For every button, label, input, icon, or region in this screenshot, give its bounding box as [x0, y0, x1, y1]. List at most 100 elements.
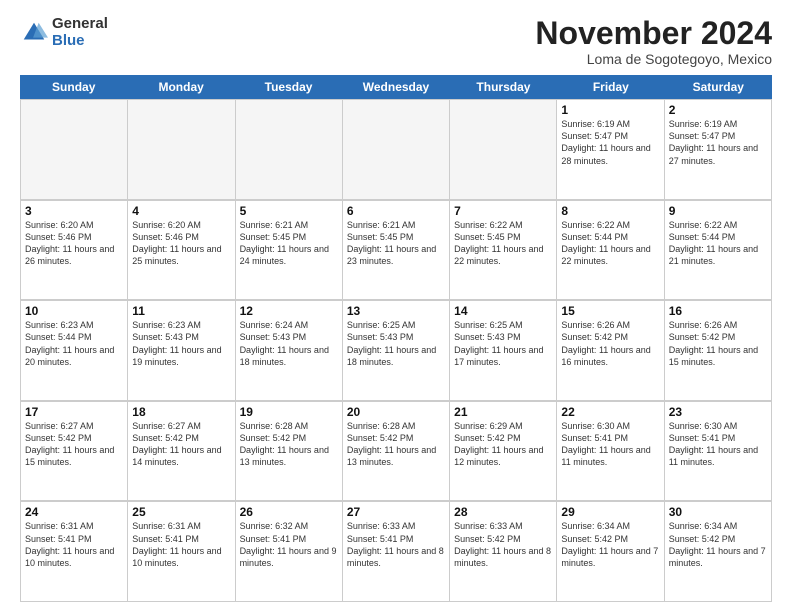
calendar-cell: 2Sunrise: 6:19 AM Sunset: 5:47 PM Daylig…	[665, 100, 772, 200]
day-number: 12	[240, 304, 338, 318]
calendar-cell: 12Sunrise: 6:24 AM Sunset: 5:43 PM Dayli…	[236, 301, 343, 401]
calendar-cell: 22Sunrise: 6:30 AM Sunset: 5:41 PM Dayli…	[557, 402, 664, 502]
logo-icon	[20, 19, 48, 47]
logo-blue-text: Blue	[52, 33, 108, 50]
day-number: 14	[454, 304, 552, 318]
calendar-cell: 21Sunrise: 6:29 AM Sunset: 5:42 PM Dayli…	[450, 402, 557, 502]
calendar-cell: 1Sunrise: 6:19 AM Sunset: 5:47 PM Daylig…	[557, 100, 664, 200]
day-number: 28	[454, 505, 552, 519]
calendar-cell: 19Sunrise: 6:28 AM Sunset: 5:42 PM Dayli…	[236, 402, 343, 502]
sun-info: Sunrise: 6:31 AM Sunset: 5:41 PM Dayligh…	[132, 520, 230, 569]
calendar-row: 1Sunrise: 6:19 AM Sunset: 5:47 PM Daylig…	[20, 99, 772, 200]
day-number: 16	[669, 304, 767, 318]
calendar-cell: 20Sunrise: 6:28 AM Sunset: 5:42 PM Dayli…	[343, 402, 450, 502]
calendar-cell: 5Sunrise: 6:21 AM Sunset: 5:45 PM Daylig…	[236, 201, 343, 301]
page: General Blue November 2024 Loma de Sogot…	[0, 0, 792, 612]
day-number: 29	[561, 505, 659, 519]
calendar-cell: 3Sunrise: 6:20 AM Sunset: 5:46 PM Daylig…	[21, 201, 128, 301]
day-number: 9	[669, 204, 767, 218]
calendar-row: 17Sunrise: 6:27 AM Sunset: 5:42 PM Dayli…	[20, 401, 772, 502]
calendar: SundayMondayTuesdayWednesdayThursdayFrid…	[20, 75, 772, 602]
calendar-cell: 23Sunrise: 6:30 AM Sunset: 5:41 PM Dayli…	[665, 402, 772, 502]
calendar-cell: 28Sunrise: 6:33 AM Sunset: 5:42 PM Dayli…	[450, 502, 557, 602]
day-number: 30	[669, 505, 767, 519]
calendar-cell: 9Sunrise: 6:22 AM Sunset: 5:44 PM Daylig…	[665, 201, 772, 301]
calendar-body: 1Sunrise: 6:19 AM Sunset: 5:47 PM Daylig…	[20, 99, 772, 602]
sun-info: Sunrise: 6:30 AM Sunset: 5:41 PM Dayligh…	[669, 420, 767, 469]
logo-text: General Blue	[52, 16, 108, 49]
calendar-cell: 27Sunrise: 6:33 AM Sunset: 5:41 PM Dayli…	[343, 502, 450, 602]
day-number: 18	[132, 405, 230, 419]
calendar-cell: 30Sunrise: 6:34 AM Sunset: 5:42 PM Dayli…	[665, 502, 772, 602]
weekday-header: Sunday	[20, 75, 127, 99]
day-number: 2	[669, 103, 767, 117]
sun-info: Sunrise: 6:19 AM Sunset: 5:47 PM Dayligh…	[561, 118, 659, 167]
sun-info: Sunrise: 6:21 AM Sunset: 5:45 PM Dayligh…	[347, 219, 445, 268]
calendar-cell: 17Sunrise: 6:27 AM Sunset: 5:42 PM Dayli…	[21, 402, 128, 502]
calendar-cell: 10Sunrise: 6:23 AM Sunset: 5:44 PM Dayli…	[21, 301, 128, 401]
calendar-cell: 16Sunrise: 6:26 AM Sunset: 5:42 PM Dayli…	[665, 301, 772, 401]
weekday-header: Tuesday	[235, 75, 342, 99]
calendar-cell: 14Sunrise: 6:25 AM Sunset: 5:43 PM Dayli…	[450, 301, 557, 401]
calendar-cell	[236, 100, 343, 200]
calendar-row: 10Sunrise: 6:23 AM Sunset: 5:44 PM Dayli…	[20, 300, 772, 401]
logo: General Blue	[20, 16, 108, 49]
calendar-cell: 7Sunrise: 6:22 AM Sunset: 5:45 PM Daylig…	[450, 201, 557, 301]
sun-info: Sunrise: 6:26 AM Sunset: 5:42 PM Dayligh…	[561, 319, 659, 368]
sun-info: Sunrise: 6:25 AM Sunset: 5:43 PM Dayligh…	[454, 319, 552, 368]
sun-info: Sunrise: 6:27 AM Sunset: 5:42 PM Dayligh…	[132, 420, 230, 469]
sun-info: Sunrise: 6:28 AM Sunset: 5:42 PM Dayligh…	[240, 420, 338, 469]
sun-info: Sunrise: 6:27 AM Sunset: 5:42 PM Dayligh…	[25, 420, 123, 469]
sun-info: Sunrise: 6:33 AM Sunset: 5:41 PM Dayligh…	[347, 520, 445, 569]
sun-info: Sunrise: 6:23 AM Sunset: 5:43 PM Dayligh…	[132, 319, 230, 368]
sun-info: Sunrise: 6:34 AM Sunset: 5:42 PM Dayligh…	[669, 520, 767, 569]
day-number: 21	[454, 405, 552, 419]
location: Loma de Sogotegoyo, Mexico	[535, 51, 772, 67]
day-number: 22	[561, 405, 659, 419]
calendar-cell: 15Sunrise: 6:26 AM Sunset: 5:42 PM Dayli…	[557, 301, 664, 401]
calendar-cell	[128, 100, 235, 200]
day-number: 7	[454, 204, 552, 218]
sun-info: Sunrise: 6:29 AM Sunset: 5:42 PM Dayligh…	[454, 420, 552, 469]
day-number: 24	[25, 505, 123, 519]
logo-general-text: General	[52, 16, 108, 33]
calendar-header: SundayMondayTuesdayWednesdayThursdayFrid…	[20, 75, 772, 99]
calendar-cell: 26Sunrise: 6:32 AM Sunset: 5:41 PM Dayli…	[236, 502, 343, 602]
sun-info: Sunrise: 6:20 AM Sunset: 5:46 PM Dayligh…	[25, 219, 123, 268]
calendar-cell	[21, 100, 128, 200]
day-number: 11	[132, 304, 230, 318]
weekday-header: Monday	[127, 75, 234, 99]
day-number: 23	[669, 405, 767, 419]
calendar-cell	[450, 100, 557, 200]
sun-info: Sunrise: 6:22 AM Sunset: 5:44 PM Dayligh…	[669, 219, 767, 268]
calendar-cell: 24Sunrise: 6:31 AM Sunset: 5:41 PM Dayli…	[21, 502, 128, 602]
day-number: 10	[25, 304, 123, 318]
sun-info: Sunrise: 6:28 AM Sunset: 5:42 PM Dayligh…	[347, 420, 445, 469]
day-number: 25	[132, 505, 230, 519]
sun-info: Sunrise: 6:23 AM Sunset: 5:44 PM Dayligh…	[25, 319, 123, 368]
weekday-header: Saturday	[665, 75, 772, 99]
month-title: November 2024	[535, 16, 772, 51]
sun-info: Sunrise: 6:32 AM Sunset: 5:41 PM Dayligh…	[240, 520, 338, 569]
day-number: 17	[25, 405, 123, 419]
calendar-cell: 11Sunrise: 6:23 AM Sunset: 5:43 PM Dayli…	[128, 301, 235, 401]
calendar-cell: 4Sunrise: 6:20 AM Sunset: 5:46 PM Daylig…	[128, 201, 235, 301]
calendar-cell: 29Sunrise: 6:34 AM Sunset: 5:42 PM Dayli…	[557, 502, 664, 602]
day-number: 27	[347, 505, 445, 519]
calendar-row: 3Sunrise: 6:20 AM Sunset: 5:46 PM Daylig…	[20, 200, 772, 301]
calendar-cell: 8Sunrise: 6:22 AM Sunset: 5:44 PM Daylig…	[557, 201, 664, 301]
day-number: 8	[561, 204, 659, 218]
day-number: 13	[347, 304, 445, 318]
calendar-cell: 6Sunrise: 6:21 AM Sunset: 5:45 PM Daylig…	[343, 201, 450, 301]
day-number: 4	[132, 204, 230, 218]
sun-info: Sunrise: 6:31 AM Sunset: 5:41 PM Dayligh…	[25, 520, 123, 569]
weekday-header: Friday	[557, 75, 664, 99]
day-number: 1	[561, 103, 659, 117]
calendar-cell	[343, 100, 450, 200]
sun-info: Sunrise: 6:22 AM Sunset: 5:45 PM Dayligh…	[454, 219, 552, 268]
weekday-header: Wednesday	[342, 75, 449, 99]
calendar-cell: 25Sunrise: 6:31 AM Sunset: 5:41 PM Dayli…	[128, 502, 235, 602]
day-number: 19	[240, 405, 338, 419]
calendar-row: 24Sunrise: 6:31 AM Sunset: 5:41 PM Dayli…	[20, 501, 772, 602]
sun-info: Sunrise: 6:34 AM Sunset: 5:42 PM Dayligh…	[561, 520, 659, 569]
